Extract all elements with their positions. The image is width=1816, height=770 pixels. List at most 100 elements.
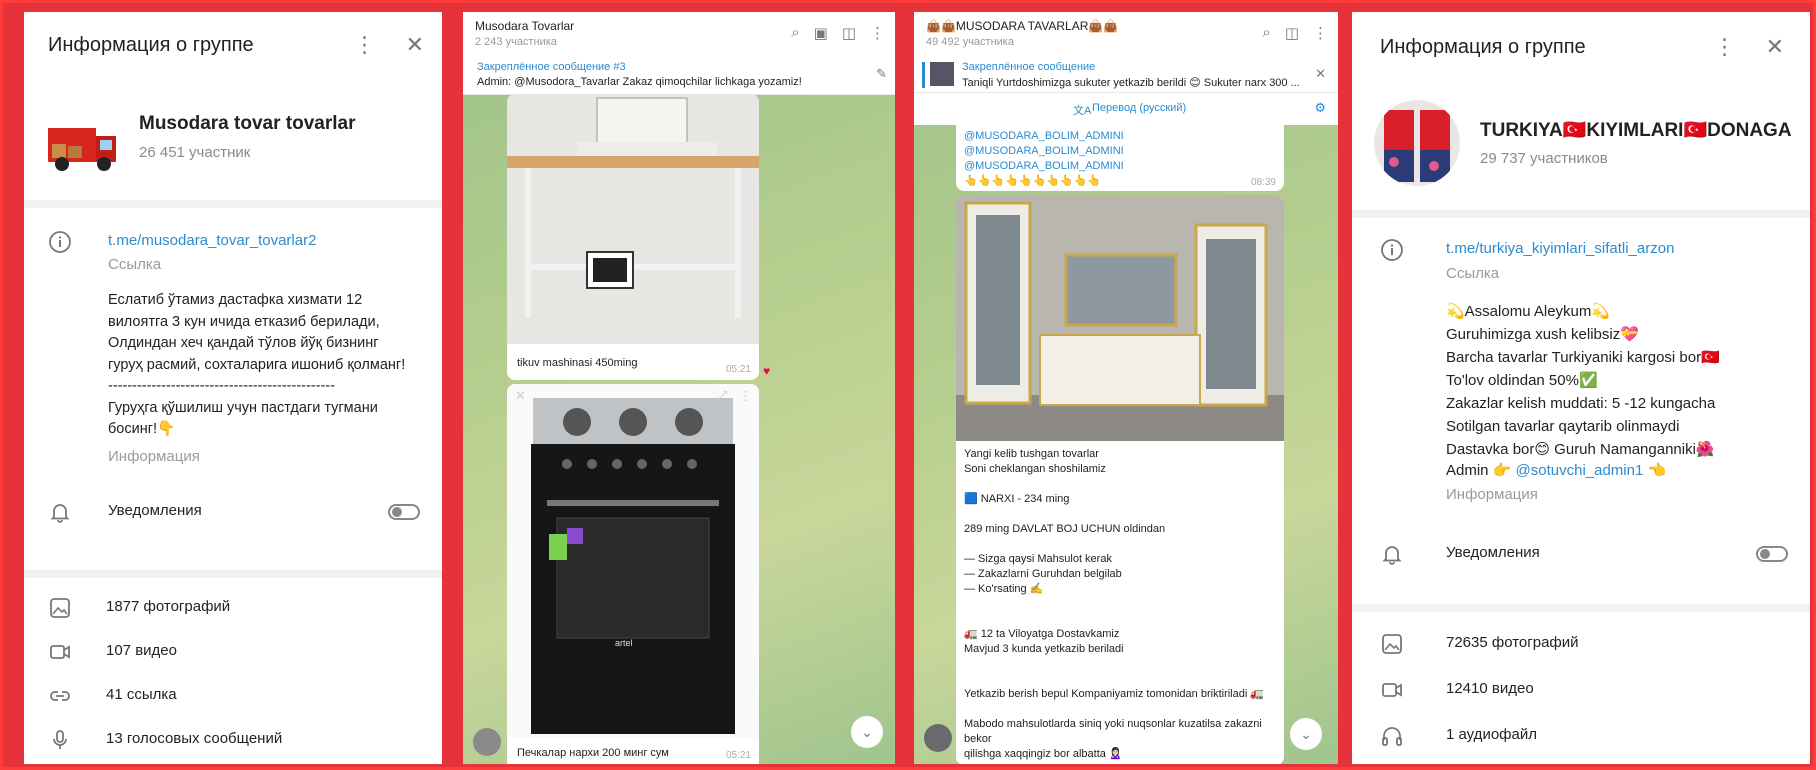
pinned-indicator [922, 62, 925, 88]
more-icon[interactable]: ⋮ [870, 24, 885, 42]
chat-header: Musodara Tovarlar 2 243 участника ⌕ ▣ ◫ … [463, 12, 895, 57]
pinned-text: Taniqli Yurtdoshimizga sukuter yetkazib … [962, 77, 1300, 89]
group-header-card: Информация о группе ⋮ ✕ TURKIYA🇹🇷KIYIMLA… [1352, 12, 1810, 210]
sender-avatar[interactable] [473, 728, 501, 756]
media-row-audio[interactable]: 1 аудиофайл [1352, 716, 1810, 756]
group-details-card: t.me/turkiya_kiyimlari_sifatli_arzon Ссы… [1352, 218, 1810, 604]
media-label: 1 аудиофайл [1446, 726, 1537, 743]
media-label: 12410 видео [1446, 680, 1534, 697]
settings-icon[interactable]: ⚙ [1314, 100, 1326, 116]
pinned-title: Закреплённое сообщение #3 [477, 61, 626, 73]
more-icon[interactable]: ⋮ [739, 388, 752, 404]
media-row-videos[interactable]: 12410 видео [1352, 670, 1810, 710]
close-icon[interactable]: ✕ [1315, 66, 1326, 82]
chat-subtitle: 2 243 участника [475, 36, 557, 48]
scroll-down-button[interactable]: ⌄ [1290, 718, 1322, 750]
group-info-panel-left: Информация о группе ⋮ ✕ Musodara tovar t… [24, 12, 442, 764]
video-icon [1382, 683, 1402, 697]
pinned-text: Admin: @Musodora_Tavarlar Zakaz qimoqchi… [477, 76, 802, 88]
close-icon[interactable]: ✕ [1766, 34, 1784, 60]
media-label: 72635 фотографий [1446, 634, 1579, 651]
panel-title: Информация о группе [1380, 36, 1586, 58]
group-description: Еслатиб ўтамиз дастафка хизмати 12 вилоя… [108, 292, 406, 437]
media-label: 41 ссылка [106, 686, 177, 703]
message-bubble[interactable]: @MUSODARA_BOLIM_ADMINI @MUSODARA_BOLIM_A… [956, 125, 1284, 191]
message-time: 05:21 [725, 750, 751, 761]
panel-title: Информация о группе [48, 34, 254, 56]
close-icon[interactable]: ✕ [406, 32, 424, 58]
chevron-down-icon: ⌄ [861, 724, 873, 740]
notifications-toggle[interactable] [1756, 546, 1788, 562]
media-card: 1877 фотографий 107 видео 41 ссылка 13 г… [24, 578, 442, 764]
media-row-photos[interactable]: 1877 фотографий [24, 588, 442, 628]
chat-title[interactable]: 👜👜MUSODARA TAVARLAR👜👜 [926, 19, 1118, 33]
group-avatar[interactable] [42, 100, 122, 180]
group-link[interactable]: t.me/turkiya_kiyimlari_sifatli_arzon [1446, 240, 1674, 257]
chat-title[interactable]: Musodara Tovarlar [475, 19, 574, 33]
description-label: Информация [1446, 486, 1538, 503]
sewing-machine-image [507, 94, 759, 344]
search-icon[interactable]: ⌕ [1262, 24, 1270, 42]
translate-bar[interactable]: 文A Перевод (русский) ⚙ [914, 93, 1338, 125]
close-icon[interactable]: ✕ [515, 388, 526, 404]
comments-icon[interactable]: ▣ [814, 24, 828, 42]
media-label: 13 голосовых сообщений [106, 730, 283, 747]
search-icon[interactable]: ⌕ [791, 24, 799, 42]
media-label: 1877 фотографий [106, 598, 231, 615]
message-text: tikuv mashinasi 450ming [517, 357, 638, 369]
bell-icon [1382, 546, 1402, 565]
furniture-image [956, 195, 1284, 441]
pinned-title: Закреплённое сообщение [962, 61, 1096, 73]
media-label: 107 видео [106, 642, 177, 659]
translate-label: Перевод (русский) [1092, 102, 1187, 114]
member-count: 29 737 участников [1480, 150, 1608, 167]
pin-list-icon[interactable]: ✎ [876, 66, 887, 82]
group-link[interactable]: t.me/musodara_tovar_tovarlar2 [108, 232, 316, 249]
pinned-thumbnail [930, 62, 954, 86]
group-name: Musodara tovar tovarlar [139, 113, 356, 134]
notifications-label: Уведомления [108, 502, 202, 519]
media-row-videos[interactable]: 107 видео [24, 632, 442, 672]
more-icon[interactable]: ⋮ [1714, 34, 1736, 60]
info-icon [49, 231, 71, 253]
description-label: Информация [108, 448, 200, 465]
message-text: Yangi kelib tushgan tovarlar Soni chekla… [964, 448, 1265, 760]
group-description: 💫Assalomu Aleykum💫 Guruhimizga xush keli… [1446, 303, 1720, 458]
link-label: Ссылка [108, 256, 162, 273]
headphones-icon [1382, 727, 1402, 746]
message-bubble[interactable]: tikuv mashinasi 450ming 05:21 [507, 94, 759, 380]
fullscreen-icon[interactable]: ⤢ [717, 388, 727, 404]
notifications-toggle[interactable] [388, 504, 420, 520]
sender-avatar[interactable] [924, 724, 952, 752]
stove-brand: artel [615, 638, 633, 648]
sidebar-icon[interactable]: ◫ [1285, 24, 1299, 42]
message-bubble[interactable]: artel ✕ ⤢ ⋮ Печкалар нархи 200 минг сум … [507, 384, 759, 764]
more-icon[interactable]: ⋮ [354, 32, 376, 58]
chat-header: 👜👜MUSODARA TAVARLAR👜👜 49 492 участника ⌕… [914, 12, 1338, 57]
message-time: 05:21 [725, 364, 751, 375]
video-icon [50, 645, 70, 659]
photo-icon [50, 598, 70, 618]
chat-panel-musodara-tavarlar: 👜👜MUSODARA TAVARLAR👜👜 49 492 участника ⌕… [914, 12, 1338, 764]
group-info-panel-right: Информация о группе ⋮ ✕ TURKIYA🇹🇷KIYIMLA… [1352, 12, 1810, 764]
media-row-photos[interactable]: 72635 фотографий [1352, 624, 1810, 664]
pinned-message-bar[interactable]: Закреплённое сообщение #3 Admin: @Musodo… [463, 56, 895, 95]
group-avatar[interactable] [1374, 100, 1460, 186]
link-label: Ссылка [1446, 265, 1500, 282]
admin-handle-link[interactable]: @sotuvchi_admin1 [1516, 462, 1644, 479]
translate-icon: 文A [1073, 105, 1092, 117]
heart-reaction-icon[interactable]: ♥ [763, 364, 770, 378]
more-icon[interactable]: ⋮ [1313, 24, 1328, 42]
clothing-avatar-image [1374, 100, 1460, 186]
admin-suffix: 👈 [1643, 462, 1667, 479]
sidebar-icon[interactable]: ◫ [842, 24, 856, 42]
media-row-links[interactable]: 41 ссылка [24, 676, 442, 716]
notifications-label: Уведомления [1446, 544, 1540, 561]
message-text: @MUSODARA_BOLIM_ADMINI @MUSODARA_BOLIM_A… [964, 130, 1124, 187]
pinned-message-bar[interactable]: Закреплённое сообщение Taniqli Yurtdoshi… [914, 56, 1338, 93]
admin-line: Admin 👉 @sotuvchi_admin1 👈 [1446, 461, 1666, 479]
message-bubble[interactable]: Yangi kelib tushgan tovarlar Soni chekla… [956, 195, 1284, 764]
media-row-voice[interactable]: 13 голосовых сообщений [24, 720, 442, 760]
chat-subtitle: 49 492 участника [926, 36, 1014, 48]
scroll-down-button[interactable]: ⌄ [851, 716, 883, 748]
